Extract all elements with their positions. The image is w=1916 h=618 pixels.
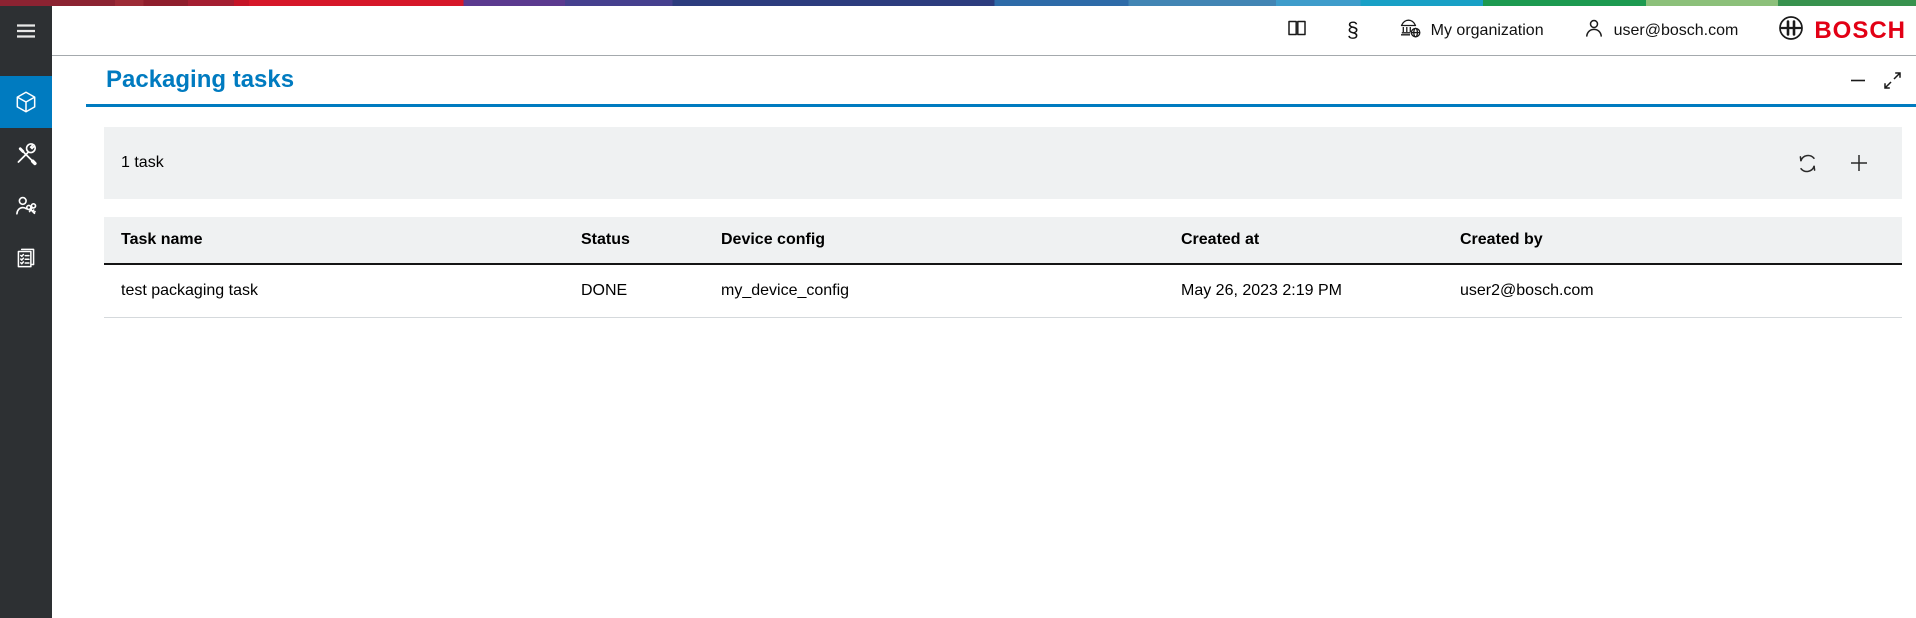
person-icon — [1582, 16, 1606, 45]
cell-task-name: test packaging task — [104, 282, 564, 300]
user-email-label: user@bosch.com — [1614, 22, 1739, 40]
column-header-status: Status — [564, 231, 704, 249]
app-header: § My organization user@bosch.com — [52, 6, 1916, 56]
add-task-icon[interactable] — [1846, 150, 1872, 176]
document-list-icon — [13, 245, 39, 271]
user-keys-icon — [13, 193, 39, 219]
documentation-button[interactable] — [1285, 16, 1309, 45]
table-row[interactable]: test packaging task DONE my_device_confi… — [104, 265, 1902, 318]
tools-icon — [13, 141, 39, 167]
page-title: Packaging tasks — [106, 66, 294, 94]
column-header-device-config: Device config — [704, 231, 1164, 249]
packaging-tasks-table: Task name Status Device config Created a… — [104, 217, 1902, 318]
toolbar-actions — [1795, 150, 1872, 176]
sidebar-item-users[interactable] — [0, 180, 52, 232]
organization-button[interactable]: My organization — [1397, 16, 1544, 45]
cell-device-config: my_device_config — [704, 282, 1164, 300]
sidebar-item-reports[interactable] — [0, 232, 52, 284]
legal-button[interactable]: § — [1347, 20, 1359, 41]
column-header-created-by: Created by — [1443, 231, 1902, 249]
table-header-row: Task name Status Device config Created a… — [104, 217, 1902, 265]
sidebar-item-packaging-tasks[interactable] — [0, 76, 52, 128]
sidebar — [0, 6, 52, 618]
task-count-label: 1 task — [121, 154, 164, 172]
open-book-icon — [1285, 16, 1309, 45]
menu-icon[interactable] — [0, 6, 52, 56]
tasks-toolbar: 1 task — [104, 127, 1902, 199]
minimize-icon[interactable] — [1849, 71, 1867, 89]
cell-created-at: May 26, 2023 2:19 PM — [1164, 282, 1443, 300]
bosch-wordmark: BOSCH — [1814, 17, 1906, 45]
bank-icon — [1397, 16, 1423, 45]
package-icon — [13, 89, 39, 115]
refresh-icon[interactable] — [1795, 151, 1820, 176]
bosch-anchor-icon — [1776, 13, 1806, 48]
sidebar-nav — [0, 76, 52, 284]
paragraph-icon: § — [1347, 20, 1359, 41]
expand-icon[interactable] — [1883, 71, 1902, 90]
organization-label: My organization — [1431, 22, 1544, 40]
cell-created-by: user2@bosch.com — [1443, 282, 1902, 300]
panel-controls — [1849, 71, 1902, 90]
column-header-created-at: Created at — [1164, 231, 1443, 249]
title-bar: Packaging tasks — [52, 56, 1916, 107]
column-header-task-name: Task name — [104, 231, 564, 249]
sidebar-item-tools[interactable] — [0, 128, 52, 180]
bosch-logo: BOSCH — [1776, 13, 1906, 48]
cell-status: DONE — [564, 282, 704, 300]
user-account-button[interactable]: user@bosch.com — [1582, 16, 1739, 45]
